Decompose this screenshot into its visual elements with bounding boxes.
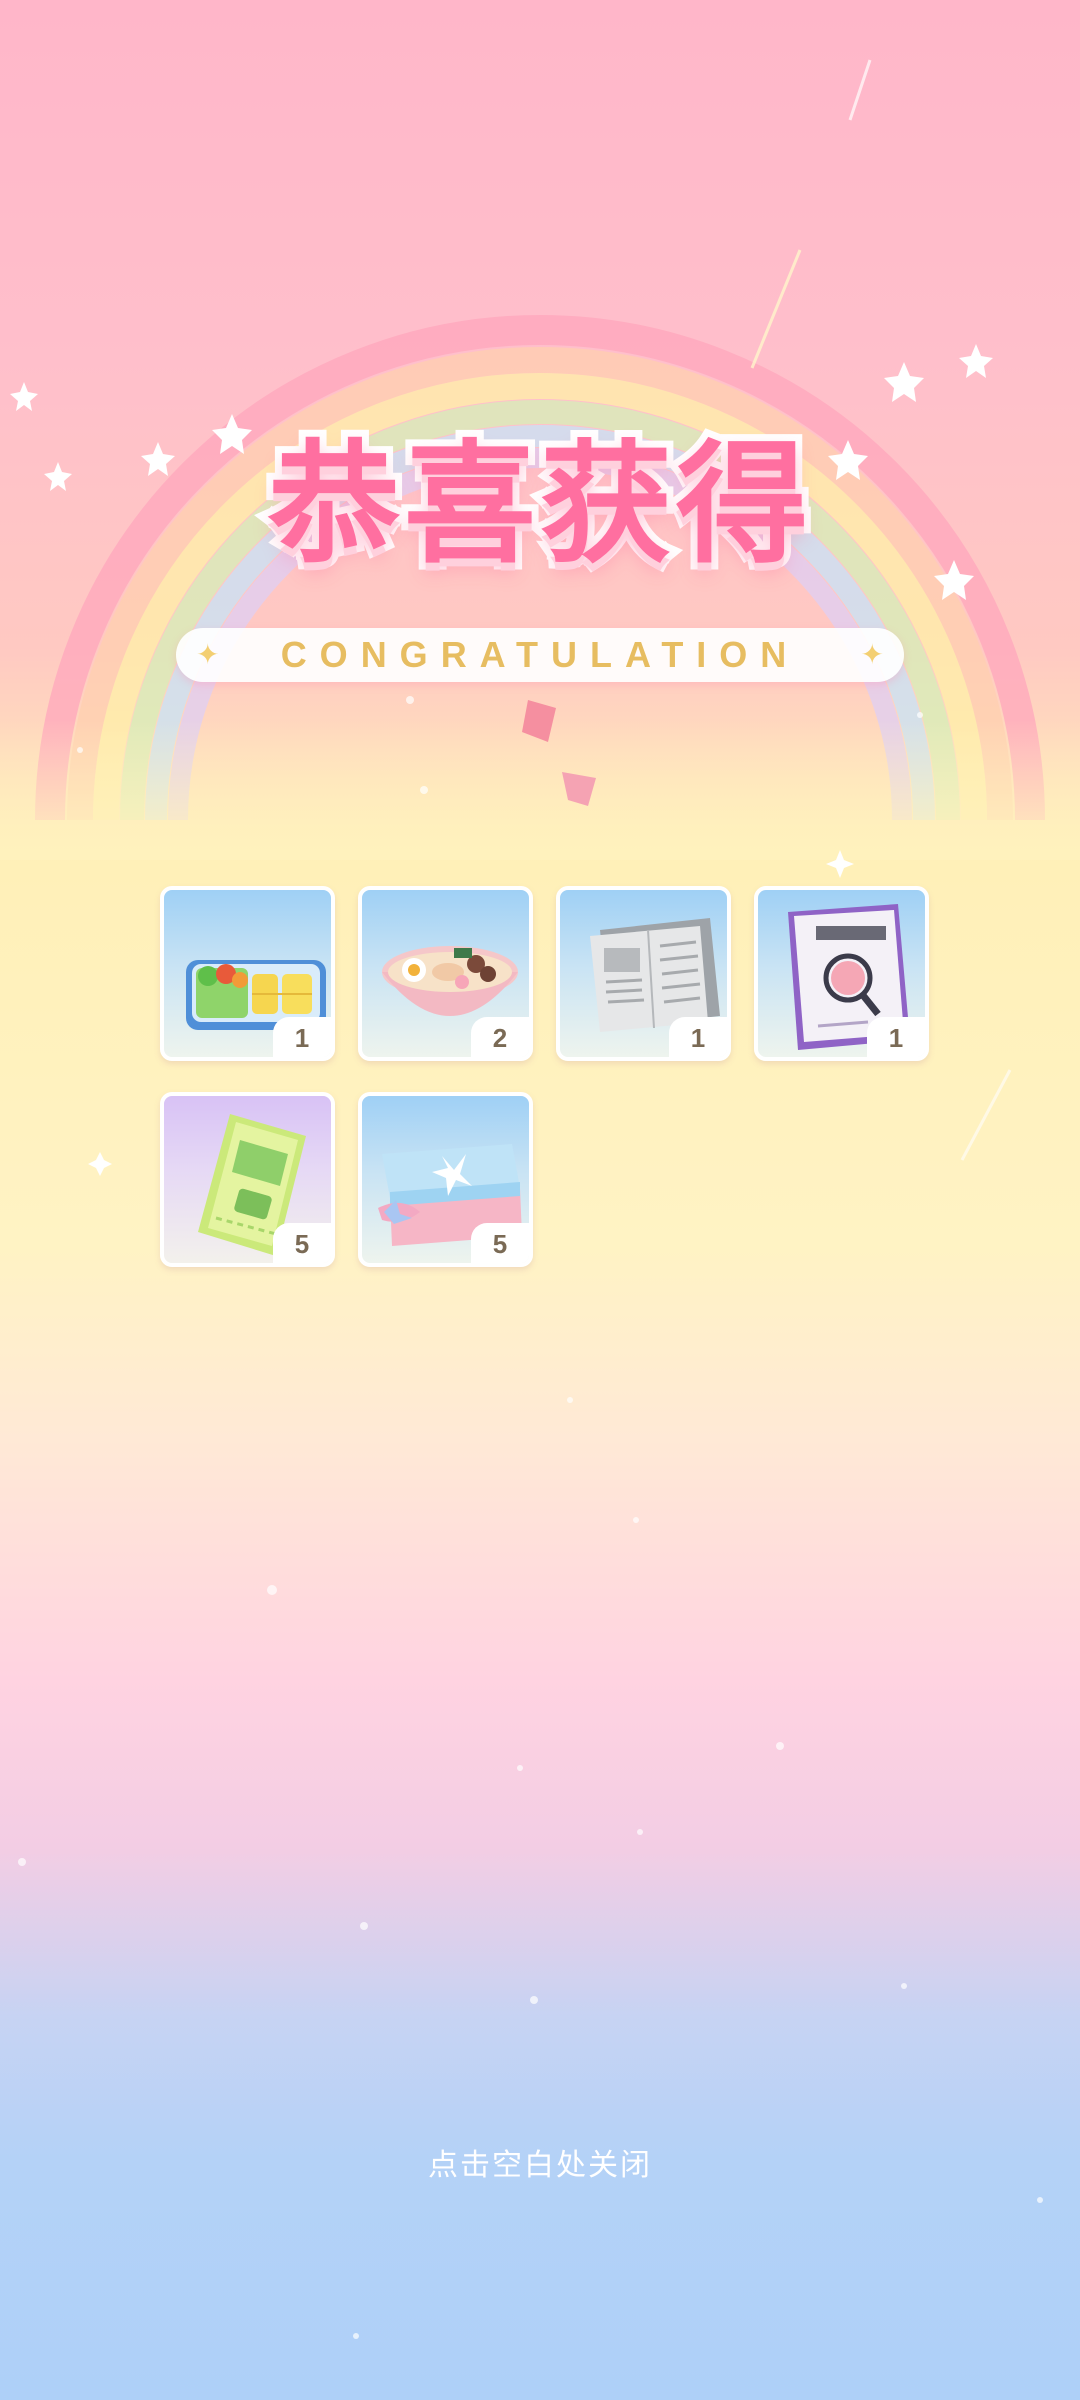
sparkle-icon: ✦ <box>860 638 884 671</box>
subtitle-text: CONGRATULATION <box>280 634 800 675</box>
reward-item[interactable]: 1 <box>160 886 335 1061</box>
reward-item[interactable]: 1 <box>754 886 929 1061</box>
reward-item[interactable]: 5 <box>358 1092 533 1267</box>
item-count: 1 <box>867 1017 925 1057</box>
title-text: 恭喜获得 <box>261 423 815 587</box>
item-count: 5 <box>273 1223 331 1263</box>
item-count: 2 <box>471 1017 529 1057</box>
item-count: 1 <box>669 1017 727 1057</box>
close-hint[interactable]: 点击空白处关闭 <box>0 2140 1080 2184</box>
item-count: 1 <box>273 1017 331 1057</box>
reward-item[interactable]: 2 <box>358 886 533 1061</box>
subtitle-banner: ✦ CONGRATULATION ✦ <box>176 628 904 682</box>
item-count: 5 <box>471 1223 529 1263</box>
title-banner: 恭喜获得 <box>0 423 1080 587</box>
reward-item[interactable]: 1 <box>556 886 731 1061</box>
reward-item[interactable]: 5 <box>160 1092 335 1267</box>
